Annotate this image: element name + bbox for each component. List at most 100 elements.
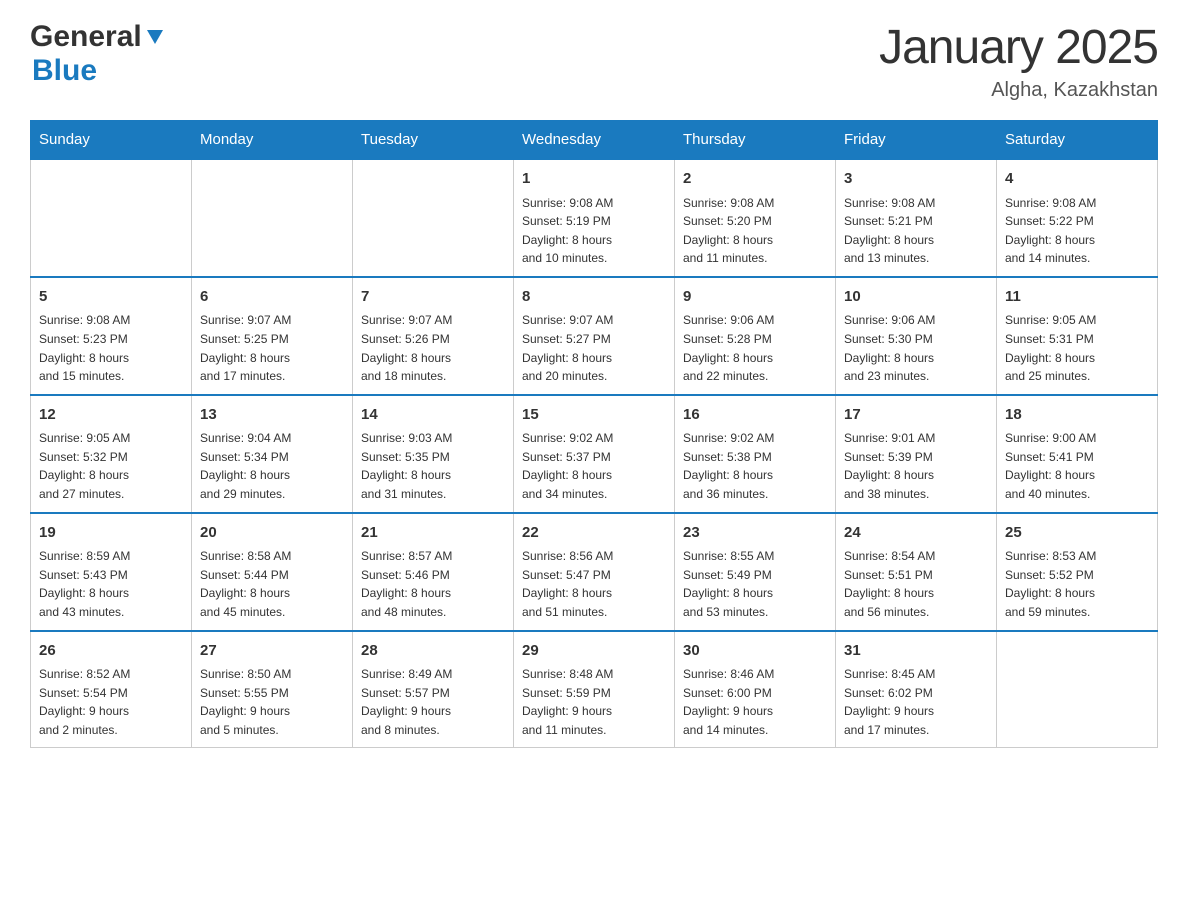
calendar-cell-empty [997, 631, 1158, 748]
calendar-table: SundayMondayTuesdayWednesdayThursdayFrid… [30, 120, 1158, 748]
day-number: 13 [200, 404, 344, 427]
calendar-cell-day-13: 13Sunrise: 9:04 AM Sunset: 5:34 PM Dayli… [192, 395, 353, 513]
day-info: Sunrise: 9:00 AM Sunset: 5:41 PM Dayligh… [1005, 429, 1149, 503]
day-info: Sunrise: 8:48 AM Sunset: 5:59 PM Dayligh… [522, 665, 666, 739]
calendar-cell-day-15: 15Sunrise: 9:02 AM Sunset: 5:37 PM Dayli… [514, 395, 675, 513]
calendar-cell-day-25: 25Sunrise: 8:53 AM Sunset: 5:52 PM Dayli… [997, 513, 1158, 631]
day-info: Sunrise: 8:45 AM Sunset: 6:02 PM Dayligh… [844, 665, 988, 739]
day-info: Sunrise: 9:01 AM Sunset: 5:39 PM Dayligh… [844, 429, 988, 503]
calendar-week-row: 5Sunrise: 9:08 AM Sunset: 5:23 PM Daylig… [31, 277, 1158, 395]
calendar-cell-empty [353, 159, 514, 277]
day-info: Sunrise: 8:56 AM Sunset: 5:47 PM Dayligh… [522, 547, 666, 621]
day-info: Sunrise: 9:02 AM Sunset: 5:37 PM Dayligh… [522, 429, 666, 503]
calendar-header-sunday: Sunday [31, 121, 192, 160]
day-info: Sunrise: 9:06 AM Sunset: 5:30 PM Dayligh… [844, 311, 988, 385]
day-info: Sunrise: 9:08 AM Sunset: 5:23 PM Dayligh… [39, 311, 183, 385]
day-info: Sunrise: 8:57 AM Sunset: 5:46 PM Dayligh… [361, 547, 505, 621]
calendar-cell-day-19: 19Sunrise: 8:59 AM Sunset: 5:43 PM Dayli… [31, 513, 192, 631]
calendar-header-row: SundayMondayTuesdayWednesdayThursdayFrid… [31, 121, 1158, 160]
calendar-cell-day-9: 9Sunrise: 9:06 AM Sunset: 5:28 PM Daylig… [675, 277, 836, 395]
calendar-header-saturday: Saturday [997, 121, 1158, 160]
day-number: 20 [200, 522, 344, 545]
day-info: Sunrise: 8:53 AM Sunset: 5:52 PM Dayligh… [1005, 547, 1149, 621]
day-number: 3 [844, 168, 988, 191]
calendar-cell-day-14: 14Sunrise: 9:03 AM Sunset: 5:35 PM Dayli… [353, 395, 514, 513]
day-number: 29 [522, 640, 666, 663]
calendar-cell-day-21: 21Sunrise: 8:57 AM Sunset: 5:46 PM Dayli… [353, 513, 514, 631]
day-number: 2 [683, 168, 827, 191]
day-number: 19 [39, 522, 183, 545]
calendar-header-thursday: Thursday [675, 121, 836, 160]
day-number: 26 [39, 640, 183, 663]
day-number: 8 [522, 286, 666, 309]
calendar-cell-day-6: 6Sunrise: 9:07 AM Sunset: 5:25 PM Daylig… [192, 277, 353, 395]
day-info: Sunrise: 9:07 AM Sunset: 5:26 PM Dayligh… [361, 311, 505, 385]
day-number: 27 [200, 640, 344, 663]
day-info: Sunrise: 8:49 AM Sunset: 5:57 PM Dayligh… [361, 665, 505, 739]
day-info: Sunrise: 9:08 AM Sunset: 5:21 PM Dayligh… [844, 194, 988, 268]
calendar-header-tuesday: Tuesday [353, 121, 514, 160]
day-info: Sunrise: 9:04 AM Sunset: 5:34 PM Dayligh… [200, 429, 344, 503]
day-info: Sunrise: 9:08 AM Sunset: 5:20 PM Dayligh… [683, 194, 827, 268]
day-info: Sunrise: 8:54 AM Sunset: 5:51 PM Dayligh… [844, 547, 988, 621]
day-number: 4 [1005, 168, 1149, 191]
calendar-header-wednesday: Wednesday [514, 121, 675, 160]
calendar-title: January 2025 [879, 20, 1158, 75]
day-number: 17 [844, 404, 988, 427]
day-number: 30 [683, 640, 827, 663]
day-info: Sunrise: 8:46 AM Sunset: 6:00 PM Dayligh… [683, 665, 827, 739]
calendar-cell-day-8: 8Sunrise: 9:07 AM Sunset: 5:27 PM Daylig… [514, 277, 675, 395]
calendar-cell-day-22: 22Sunrise: 8:56 AM Sunset: 5:47 PM Dayli… [514, 513, 675, 631]
calendar-cell-day-28: 28Sunrise: 8:49 AM Sunset: 5:57 PM Dayli… [353, 631, 514, 748]
day-info: Sunrise: 9:07 AM Sunset: 5:25 PM Dayligh… [200, 311, 344, 385]
calendar-cell-day-23: 23Sunrise: 8:55 AM Sunset: 5:49 PM Dayli… [675, 513, 836, 631]
calendar-cell-day-24: 24Sunrise: 8:54 AM Sunset: 5:51 PM Dayli… [836, 513, 997, 631]
calendar-week-row: 12Sunrise: 9:05 AM Sunset: 5:32 PM Dayli… [31, 395, 1158, 513]
logo: General Blue [30, 20, 165, 88]
calendar-header-monday: Monday [192, 121, 353, 160]
logo-triangle-icon [145, 26, 165, 46]
day-number: 18 [1005, 404, 1149, 427]
calendar-week-row: 19Sunrise: 8:59 AM Sunset: 5:43 PM Dayli… [31, 513, 1158, 631]
day-info: Sunrise: 8:55 AM Sunset: 5:49 PM Dayligh… [683, 547, 827, 621]
calendar-cell-day-18: 18Sunrise: 9:00 AM Sunset: 5:41 PM Dayli… [997, 395, 1158, 513]
day-info: Sunrise: 9:05 AM Sunset: 5:32 PM Dayligh… [39, 429, 183, 503]
day-number: 7 [361, 286, 505, 309]
day-info: Sunrise: 9:03 AM Sunset: 5:35 PM Dayligh… [361, 429, 505, 503]
day-info: Sunrise: 9:06 AM Sunset: 5:28 PM Dayligh… [683, 311, 827, 385]
day-info: Sunrise: 9:07 AM Sunset: 5:27 PM Dayligh… [522, 311, 666, 385]
day-number: 1 [522, 168, 666, 191]
day-number: 10 [844, 286, 988, 309]
calendar-cell-day-10: 10Sunrise: 9:06 AM Sunset: 5:30 PM Dayli… [836, 277, 997, 395]
day-number: 25 [1005, 522, 1149, 545]
calendar-cell-day-31: 31Sunrise: 8:45 AM Sunset: 6:02 PM Dayli… [836, 631, 997, 748]
calendar-cell-day-12: 12Sunrise: 9:05 AM Sunset: 5:32 PM Dayli… [31, 395, 192, 513]
calendar-cell-day-4: 4 Sunrise: 9:08 AM Sunset: 5:22 PM Daylig… [997, 159, 1158, 277]
calendar-week-row: 1 Sunrise: 9:08 AM Sunset: 5:19 PM Daylig… [31, 159, 1158, 277]
day-info: Sunrise: 8:59 AM Sunset: 5:43 PM Dayligh… [39, 547, 183, 621]
calendar-cell-day-1: 1 Sunrise: 9:08 AM Sunset: 5:19 PM Daylig… [514, 159, 675, 277]
title-block: January 2025 Algha, Kazakhstan [879, 20, 1158, 102]
logo-general-text: General [30, 20, 142, 54]
calendar-week-row: 26Sunrise: 8:52 AM Sunset: 5:54 PM Dayli… [31, 631, 1158, 748]
day-info: Sunrise: 8:58 AM Sunset: 5:44 PM Dayligh… [200, 547, 344, 621]
calendar-cell-empty [192, 159, 353, 277]
day-number: 14 [361, 404, 505, 427]
day-number: 6 [200, 286, 344, 309]
day-number: 12 [39, 404, 183, 427]
day-number: 5 [39, 286, 183, 309]
calendar-cell-day-16: 16Sunrise: 9:02 AM Sunset: 5:38 PM Dayli… [675, 395, 836, 513]
calendar-cell-day-7: 7Sunrise: 9:07 AM Sunset: 5:26 PM Daylig… [353, 277, 514, 395]
day-number: 31 [844, 640, 988, 663]
day-info: Sunrise: 8:52 AM Sunset: 5:54 PM Dayligh… [39, 665, 183, 739]
day-info: Sunrise: 9:08 AM Sunset: 5:22 PM Dayligh… [1005, 194, 1149, 268]
calendar-cell-day-29: 29Sunrise: 8:48 AM Sunset: 5:59 PM Dayli… [514, 631, 675, 748]
day-number: 28 [361, 640, 505, 663]
calendar-cell-day-11: 11Sunrise: 9:05 AM Sunset: 5:31 PM Dayli… [997, 277, 1158, 395]
calendar-header-friday: Friday [836, 121, 997, 160]
calendar-cell-day-5: 5Sunrise: 9:08 AM Sunset: 5:23 PM Daylig… [31, 277, 192, 395]
day-number: 24 [844, 522, 988, 545]
day-info: Sunrise: 9:08 AM Sunset: 5:19 PM Dayligh… [522, 194, 666, 268]
calendar-cell-day-2: 2 Sunrise: 9:08 AM Sunset: 5:20 PM Daylig… [675, 159, 836, 277]
page-header: General Blue January 2025 Algha, Kazakhs… [30, 20, 1158, 102]
